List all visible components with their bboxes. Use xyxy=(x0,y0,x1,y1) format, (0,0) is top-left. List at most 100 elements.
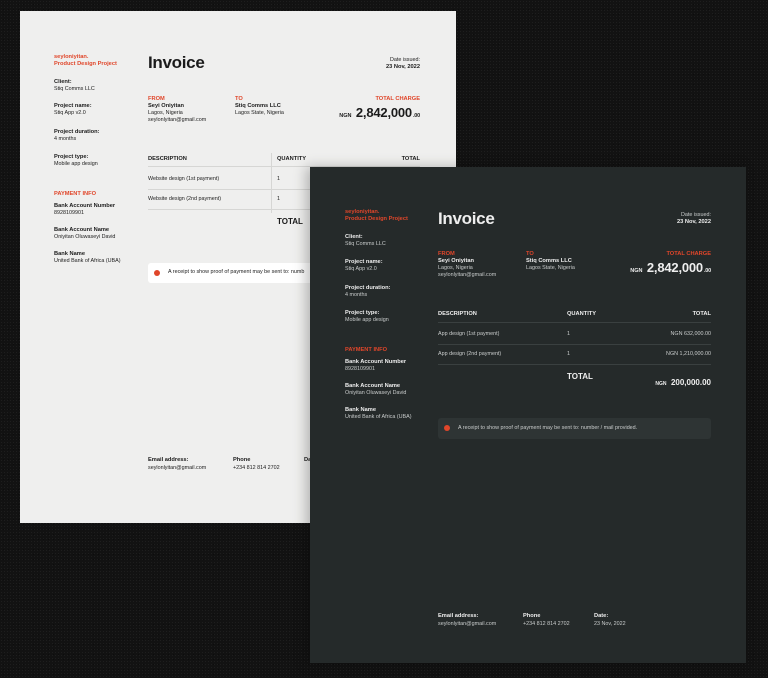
project-duration-value: 4 months xyxy=(345,292,368,298)
total-label: TOTAL xyxy=(567,372,593,381)
total-charge-kobo: .00 xyxy=(412,113,420,119)
bank-account-number-value: 8928109901 xyxy=(345,366,375,372)
project-duration-label: Project duration: xyxy=(54,129,100,135)
table-row-total: NGN 632,000.00 xyxy=(670,331,711,337)
bank-name-value: United Bank of Africa (UBA) xyxy=(345,414,412,420)
project-name-label: Project name: xyxy=(54,103,92,109)
table-row-description: Website design (1st payment) xyxy=(148,176,220,182)
phone-value: +234 812 814 2702 xyxy=(233,465,280,471)
from-label: FROM xyxy=(148,96,165,102)
date-value: 23 Nov, 2022 xyxy=(594,621,626,627)
quantity-header: QUANTITY xyxy=(567,311,597,317)
phone-label: Phone xyxy=(233,457,251,463)
from-email: seylonlyitan@gmail.com xyxy=(438,272,497,278)
quantity-header: QUANTITY xyxy=(277,156,307,162)
to-location: Lagos State, Nigeria xyxy=(235,110,284,116)
divider xyxy=(438,364,711,365)
from-location: Lagos, Nigeria xyxy=(438,265,473,271)
project-duration-label: Project duration: xyxy=(345,285,391,291)
table-row-quantity: 1 xyxy=(567,351,570,357)
bank-account-name-value: Oniyitan Oluwaseyi David xyxy=(345,390,407,396)
total-charge-amount: 2,842,000 xyxy=(355,105,412,120)
total-charge-label: TOTAL CHARGE xyxy=(375,96,420,102)
project-duration-value: 4 months xyxy=(54,136,77,142)
project-name-label: Project name: xyxy=(345,259,383,265)
to-name: Stiq Comms LLC xyxy=(526,258,572,264)
total-charge: NGN 2,842,000.00 xyxy=(630,259,711,277)
project-type-label: Project type: xyxy=(345,310,380,316)
client-label: Client: xyxy=(54,79,72,85)
bank-account-number-label: Bank Account Number xyxy=(54,203,116,209)
invoice-title: Invoice xyxy=(148,53,205,72)
receipt-note: A receipt to show proof of payment may b… xyxy=(438,418,711,439)
email-label: Email address: xyxy=(148,457,189,463)
divider xyxy=(438,344,711,345)
project-name-value: Stiq App v2.0 xyxy=(345,266,377,272)
project-name-value: Stiq App v2.0 xyxy=(54,110,86,116)
total-charge: NGN 2,842,000.00 xyxy=(339,104,420,122)
to-location: Lagos State, Nigeria xyxy=(526,265,575,271)
payment-info-heading: PAYMENT INFO xyxy=(54,191,97,197)
total-charge-label: TOTAL CHARGE xyxy=(666,251,711,257)
bank-account-name-label: Bank Account Name xyxy=(54,227,110,233)
date-issued-label: Date issued: xyxy=(390,57,420,63)
table-row-description: Website design (2nd payment) xyxy=(148,196,222,202)
email-label: Email address: xyxy=(438,613,479,619)
column-divider xyxy=(271,153,272,213)
bank-account-number-label: Bank Account Number xyxy=(345,359,407,365)
grand-total-currency: NGN xyxy=(655,381,667,387)
brand-project: Product Design Project xyxy=(54,61,117,67)
email-value: seylonlyitan@gmail.com xyxy=(148,465,207,471)
bank-name-label: Bank Name xyxy=(345,407,376,413)
total-charge-kobo: .00 xyxy=(703,268,711,274)
receipt-note-text: A receipt to show proof of payment may b… xyxy=(168,269,305,275)
grand-total-value: 200,000.00 xyxy=(670,378,711,387)
table-row-quantity: 1 xyxy=(567,331,570,337)
from-email: seylonlyitan@gmail.com xyxy=(148,117,207,123)
phone-label: Phone xyxy=(523,613,541,619)
client-label: Client: xyxy=(345,234,363,240)
bullet-icon xyxy=(154,270,160,276)
client-value: Stiq Comms LLC xyxy=(54,86,95,92)
brand-name: seyloniyitan. xyxy=(345,209,380,215)
dark-invoice: seyloniyitan. Product Design Project Cli… xyxy=(310,167,746,663)
description-header: DESCRIPTION xyxy=(438,311,477,317)
total-label: TOTAL xyxy=(277,217,303,226)
date-issued-value: 23 Nov, 2022 xyxy=(676,219,711,225)
brand-name: seyloniyitan. xyxy=(54,54,89,60)
client-value: Stiq Comms LLC xyxy=(345,241,386,247)
to-name: Stiq Comms LLC xyxy=(235,103,281,109)
phone-value: +234 812 814 2702 xyxy=(523,621,570,627)
bank-account-name-label: Bank Account Name xyxy=(345,383,401,389)
date-issued-label: Date issued: xyxy=(681,212,711,218)
table-row-description: App design (1st payment) xyxy=(438,331,500,337)
project-type-value: Mobile app design xyxy=(54,161,98,167)
description-header: DESCRIPTION xyxy=(148,156,187,162)
total-charge-value: 2,842,000.00 xyxy=(647,260,711,275)
from-label: FROM xyxy=(438,251,455,257)
table-row-description: App design (2nd payment) xyxy=(438,351,502,357)
receipt-note-text: A receipt to show proof of payment may b… xyxy=(458,425,638,431)
to-label: TO xyxy=(235,96,243,102)
brand-project: Product Design Project xyxy=(345,216,408,222)
date-issued-value: 23 Nov, 2022 xyxy=(385,64,420,70)
total-charge-value: 2,842,000.00 xyxy=(356,105,420,120)
bank-name-label: Bank Name xyxy=(54,251,85,257)
grand-total: NGN 200,000.00 xyxy=(655,372,711,390)
invoice-title: Invoice xyxy=(438,209,495,228)
payment-info-heading: PAYMENT INFO xyxy=(345,347,388,353)
bank-name-value: United Bank of Africa (UBA) xyxy=(54,258,121,264)
bullet-icon xyxy=(444,425,450,431)
divider xyxy=(438,322,711,323)
to-label: TO xyxy=(526,251,534,257)
table-row-quantity: 1 xyxy=(277,176,280,182)
total-header: TOTAL xyxy=(692,311,711,317)
currency-code: NGN xyxy=(339,113,352,119)
project-type-label: Project type: xyxy=(54,154,89,160)
table-row-quantity: 1 xyxy=(277,196,280,202)
from-name: Seyi Oniyitan xyxy=(438,258,475,264)
total-charge-amount: 2,842,000 xyxy=(646,260,703,275)
from-location: Lagos, Nigeria xyxy=(148,110,183,116)
table-row-total: NGN 1,210,000.00 xyxy=(666,351,711,357)
project-type-value: Mobile app design xyxy=(345,317,389,323)
